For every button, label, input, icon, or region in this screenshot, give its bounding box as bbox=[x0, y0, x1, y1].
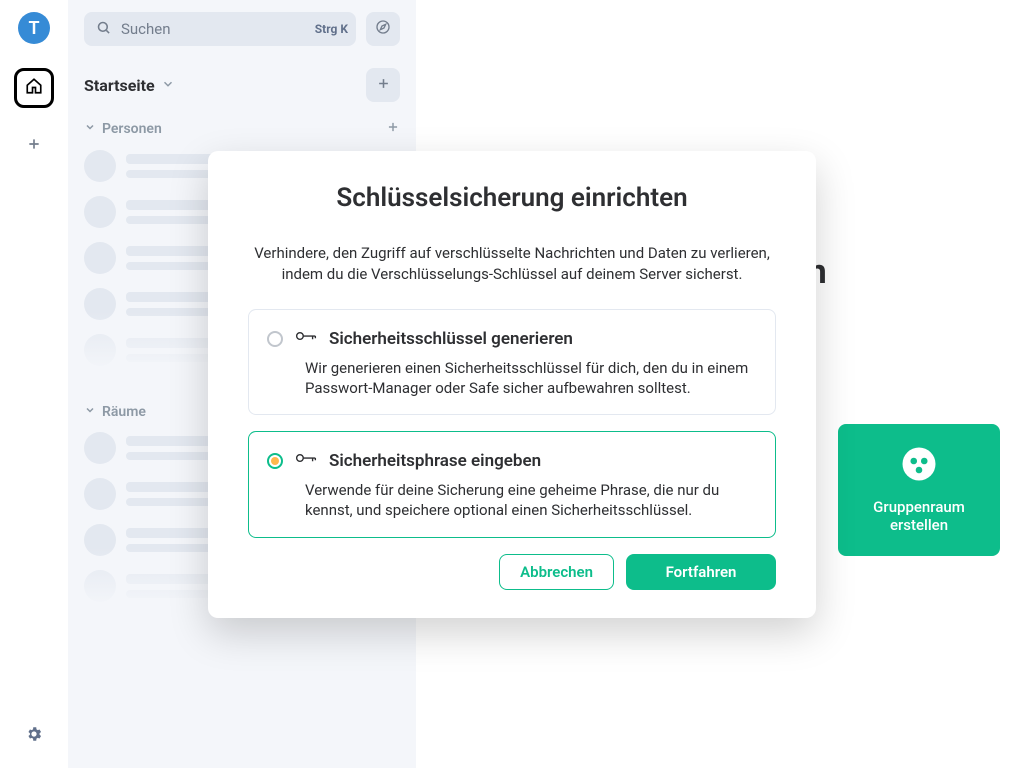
key-icon bbox=[295, 450, 317, 472]
option-body: Wir generieren einen Sicherheitsschlüsse… bbox=[267, 358, 757, 399]
continue-button[interactable]: Fortfahren bbox=[626, 554, 776, 590]
modal-description: Verhindere, den Zugriff auf verschlüssel… bbox=[248, 243, 776, 285]
radio-enter-phrase[interactable] bbox=[267, 453, 283, 469]
button-label: Fortfahren bbox=[666, 563, 737, 581]
option-title: Sicherheitsphrase eingeben bbox=[329, 451, 541, 471]
cancel-button[interactable]: Abbrechen bbox=[499, 554, 614, 590]
key-backup-modal: Schlüsselsicherung einrichten Verhindere… bbox=[208, 151, 816, 618]
radio-generate-key[interactable] bbox=[267, 331, 283, 347]
option-body: Verwende für deine Sicherung eine geheim… bbox=[267, 480, 757, 521]
modal-title: Schlüsselsicherung einrichten bbox=[248, 183, 776, 213]
option-title: Sicherheitsschlüssel generieren bbox=[329, 329, 573, 349]
key-icon bbox=[295, 328, 317, 350]
button-label: Abbrechen bbox=[520, 563, 593, 581]
modal-backdrop: Schlüsselsicherung einrichten Verhindere… bbox=[0, 0, 1024, 768]
option-generate-key[interactable]: Sicherheitsschlüssel generieren Wir gene… bbox=[248, 309, 776, 416]
option-enter-phrase[interactable]: Sicherheitsphrase eingeben Verwende für … bbox=[248, 431, 776, 538]
